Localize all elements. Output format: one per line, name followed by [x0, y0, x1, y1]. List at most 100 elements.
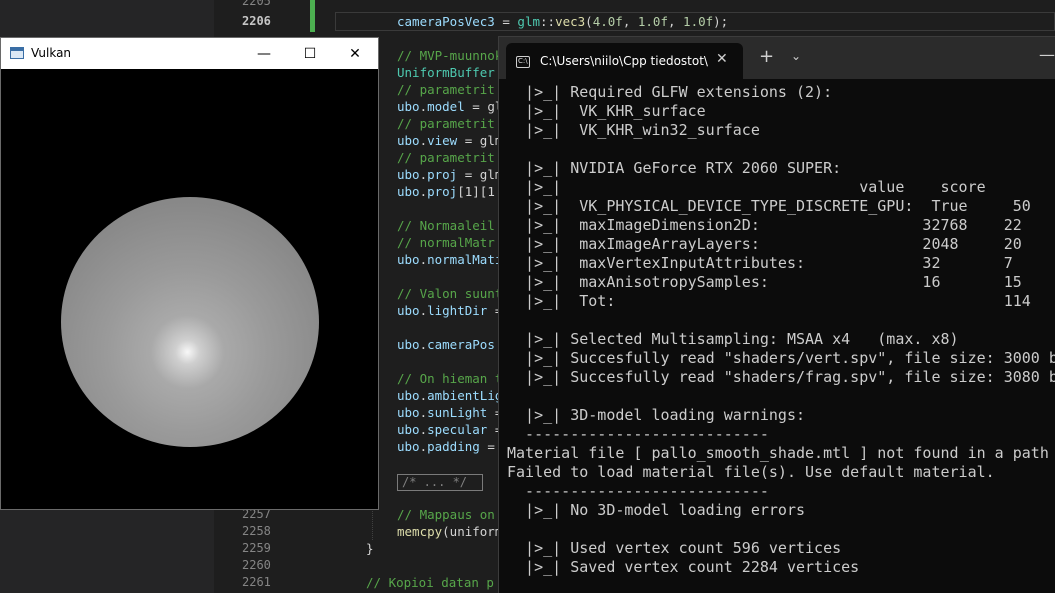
terminal-line: --------------------------- — [507, 425, 769, 443]
terminal-line: |>_| VK_PHYSICAL_DEVICE_TYPE_DISCRETE_GP… — [507, 197, 1031, 215]
maximize-button[interactable]: ☐ — [287, 38, 333, 69]
line-number: 2259 — [242, 541, 271, 555]
code-token: , — [622, 14, 638, 29]
code-line[interactable]: // Mappaus on — [397, 506, 495, 523]
code-token: = — [479, 439, 495, 454]
code-token: lightDir — [427, 303, 488, 318]
terminal-line: |>_| Required GLFW extensions (2): — [507, 83, 833, 101]
code-line[interactable]: // On hieman t — [397, 370, 502, 387]
code-token: cameraPosVec3 — [397, 14, 495, 29]
code-token: 1.0f — [683, 14, 714, 29]
code-token: UniformBuffer — [397, 65, 495, 80]
code-token: . — [419, 184, 428, 199]
terminal-line: |>_| value score — [507, 178, 986, 196]
code-token: // parametrit — [397, 82, 495, 97]
code-line[interactable]: // parametrit — [397, 149, 495, 166]
code-token: ( — [585, 14, 593, 29]
terminal-line: |>_| Succesfully read "shaders/vert.spv"… — [507, 349, 1055, 367]
terminal-tab[interactable]: C:\ C:\Users\niilo\Cpp tiedostot\V ✕ — [506, 43, 743, 79]
code-line[interactable]: ubo.proj[1][1 — [397, 183, 495, 200]
code-line[interactable]: // parametrit — [397, 81, 495, 98]
code-token: ubo — [397, 422, 420, 437]
close-button[interactable]: ✕ — [332, 38, 378, 69]
code-line[interactable]: // Valon suunt — [397, 285, 502, 302]
collapsed-region[interactable]: /* ... */ — [397, 474, 483, 491]
code-line[interactable]: ubo.sunLight = — [397, 404, 502, 421]
line-number: 2261 — [242, 575, 271, 589]
code-token: // On hieman t — [397, 371, 503, 386]
code-token: , — [667, 14, 684, 29]
terminal-tab-title: C:\Users\niilo\Cpp tiedostot\V — [540, 54, 708, 68]
line-number: 2206 — [242, 14, 271, 28]
code-token: memcpy — [397, 524, 443, 539]
render-viewport[interactable] — [1, 69, 378, 509]
code-line[interactable]: ubo.view = glm — [397, 132, 502, 149]
code-line[interactable]: ubo.padding = — [397, 438, 495, 455]
code-token: glm — [517, 14, 540, 29]
code-token: proj — [427, 167, 458, 182]
code-line[interactable]: // Kopioi datan p — [366, 574, 494, 591]
change-indicator — [310, 0, 315, 32]
code-line[interactable]: ubo.specular = — [397, 421, 502, 438]
code-line[interactable]: // normalMatr — [397, 234, 495, 251]
code-token: :: — [540, 14, 556, 29]
code-line[interactable]: ubo.proj = glm — [397, 166, 502, 183]
code-line[interactable]: // MVP-muunnok — [397, 47, 502, 64]
code-token: . — [419, 422, 428, 437]
terminal-line: |>_| NVIDIA GeForce RTX 2060 SUPER: — [507, 159, 842, 177]
code-token: ambientLig — [427, 388, 503, 403]
terminal-window[interactable]: C:\ C:\Users\niilo\Cpp tiedostot\V ✕ + ⌄… — [498, 36, 1055, 593]
terminal-line: |>_| 3D-model loading warnings: — [507, 406, 806, 424]
line-number: 2258 — [242, 524, 271, 538]
code-line[interactable]: ubo.lightDir = — [397, 302, 502, 319]
terminal-tabbar: C:\ C:\Users\niilo\Cpp tiedostot\V ✕ + ⌄… — [499, 37, 1055, 79]
terminal-line: |>_| No 3D-model loading errors — [507, 501, 806, 519]
code-token: ubo — [397, 439, 420, 454]
window-app-icon — [10, 47, 24, 59]
code-token: . — [419, 405, 428, 420]
tab-dropdown-button[interactable]: ⌄ — [791, 49, 801, 63]
code-token: // normalMatr — [397, 235, 495, 250]
code-token: padding — [427, 439, 480, 454]
vulkan-window[interactable]: Vulkan — ☐ ✕ — [0, 37, 379, 510]
terminal-line: |>_| VK_KHR_win32_surface — [507, 121, 760, 139]
code-line[interactable]: UniformBuffer — [397, 64, 495, 81]
code-token: // parametrit — [397, 116, 495, 131]
code-token: model — [427, 99, 465, 114]
vulkan-titlebar[interactable]: Vulkan — ☐ ✕ — [1, 38, 378, 69]
code-token: // Normaaleil — [397, 218, 495, 233]
code-token: . — [419, 439, 428, 454]
code-line[interactable]: // Normaaleil — [397, 217, 495, 234]
new-tab-button[interactable]: + — [759, 46, 774, 67]
line-number: 2205 — [242, 0, 271, 8]
code-line[interactable]: memcpy(uniform — [397, 523, 502, 540]
code-line[interactable]: cameraPosVec3 = glm::vec3(4.0f, 1.0f, 1.… — [397, 13, 728, 30]
terminal-line: |>_| Succesfully read "shaders/frag.spv"… — [507, 368, 1055, 386]
terminal-line: Failed to load material file(s). Use def… — [507, 463, 995, 481]
tab-close-icon[interactable]: ✕ — [716, 51, 728, 67]
code-token: proj — [427, 184, 458, 199]
vulkan-window-title: Vulkan — [31, 46, 72, 60]
code-token: view — [427, 133, 458, 148]
minimize-button[interactable]: — — [241, 38, 287, 69]
code-token: . — [419, 133, 428, 148]
terminal-line: |>_| maxImageArrayLayers: 2048 20 — [507, 235, 1022, 253]
code-token: . — [419, 252, 428, 267]
code-token: (uniform — [442, 524, 503, 539]
code-line[interactable]: ubo.ambientLig — [397, 387, 502, 404]
terminal-output[interactable]: |>_| Required GLFW extensions (2): |>_| … — [499, 79, 1055, 593]
code-line[interactable]: ubo.model = gl — [397, 98, 502, 115]
code-token: ubo — [397, 167, 420, 182]
code-line[interactable]: ubo.normalMati — [397, 251, 502, 268]
code-line[interactable]: ubo.cameraPos — [397, 336, 495, 353]
code-token: // parametrit — [397, 150, 495, 165]
code-token: 4.0f — [592, 14, 623, 29]
code-token: = glm — [457, 167, 503, 182]
terminal-line: |>_| maxImageDimension2D: 32768 22 — [507, 216, 1022, 234]
code-token: . — [419, 388, 428, 403]
terminal-minimize-button[interactable]: — — [1039, 45, 1055, 64]
code-token: ubo — [397, 303, 420, 318]
code-line[interactable]: // parametrit — [397, 115, 495, 132]
code-line[interactable]: } — [366, 540, 374, 557]
code-token: = gl — [464, 99, 503, 114]
